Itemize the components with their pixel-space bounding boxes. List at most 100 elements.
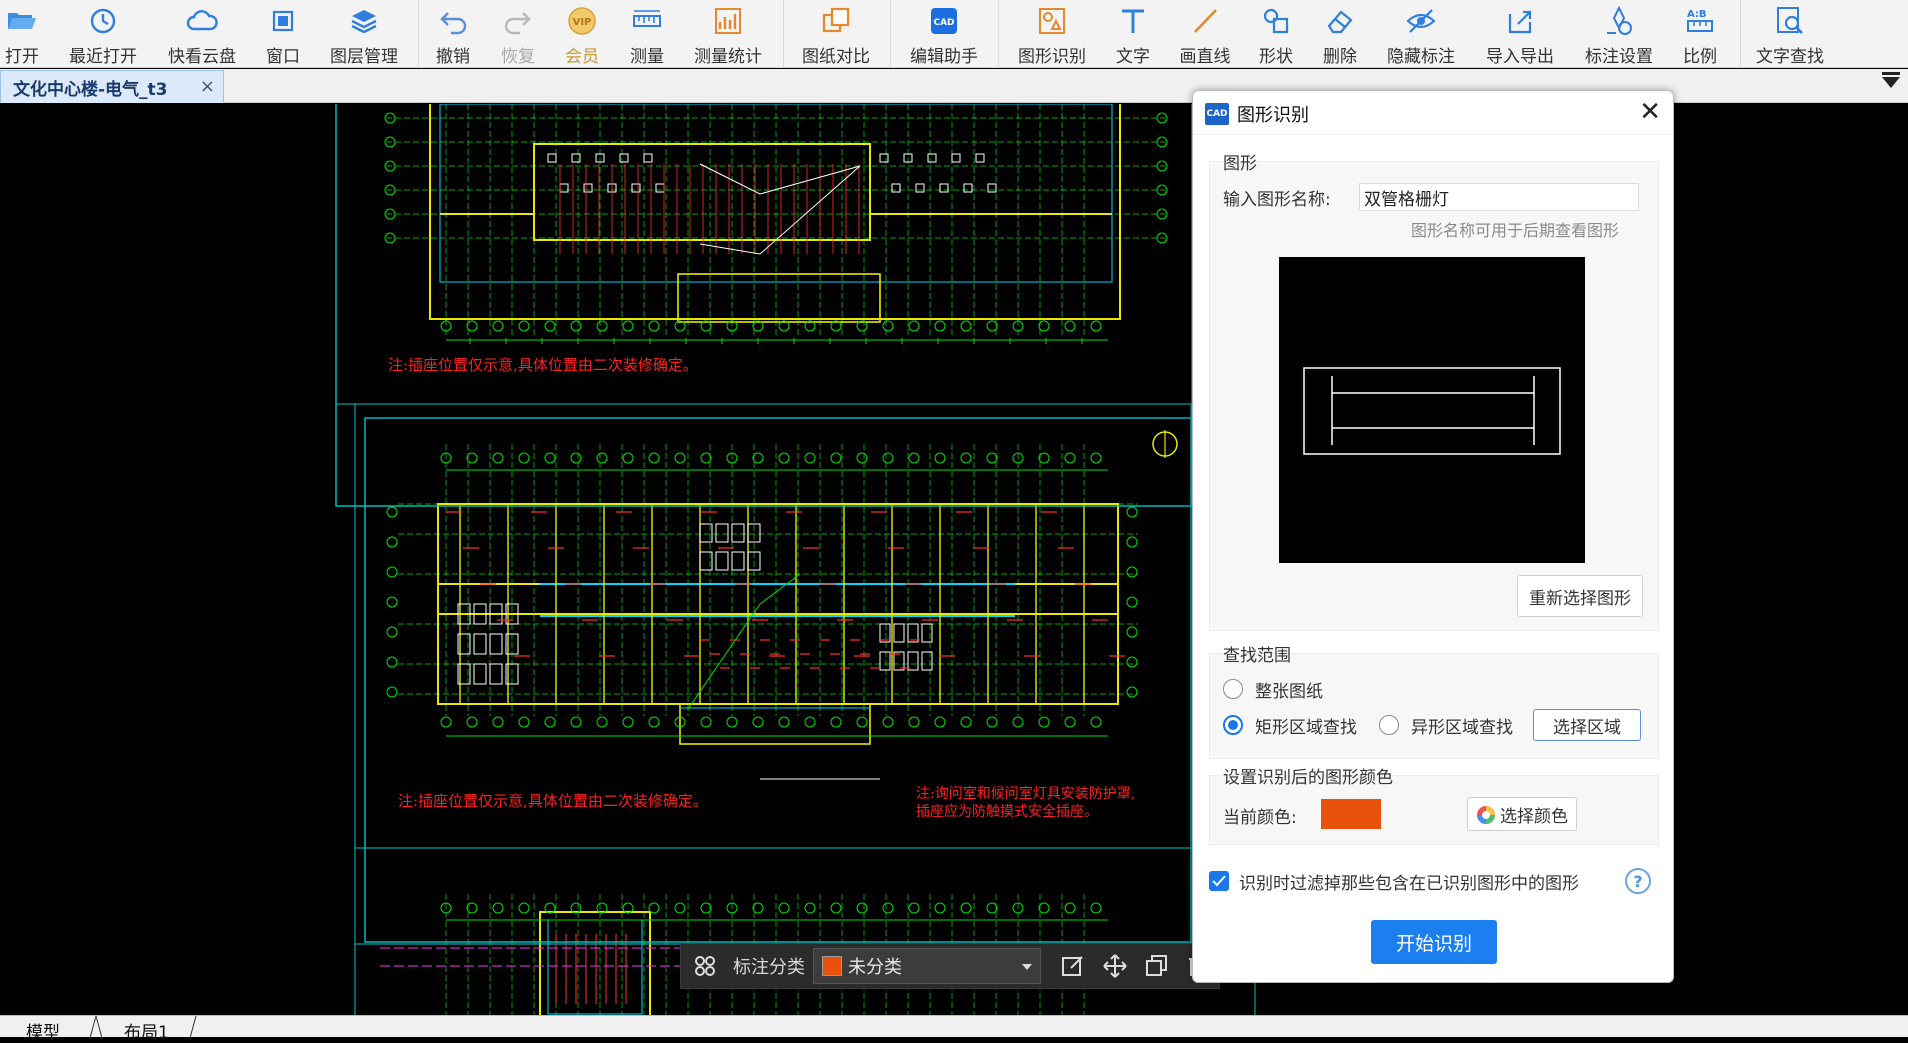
cad-rect — [907, 651, 919, 671]
close-tab-icon[interactable]: × — [200, 76, 215, 97]
grid-bubble — [908, 320, 920, 332]
toolbar-button-text-search[interactable]: 文字查找 — [1742, 0, 1838, 68]
radio-irregular-area-label: 异形区域查找 — [1411, 718, 1513, 738]
reselect-shape-button[interactable]: 重新选择图形 — [1517, 575, 1643, 617]
toolbar-label: 图形识别 — [1018, 47, 1086, 67]
shape-name-label: 输入图形名称: — [1223, 190, 1331, 210]
grid-bubble — [700, 452, 712, 464]
toolbar-label: 图纸对比 — [802, 47, 870, 67]
cad-edit-icon: CAD — [927, 4, 961, 38]
clock-history-icon — [86, 4, 120, 38]
radio-rect-area-label: 矩形区域查找 — [1255, 718, 1357, 738]
tab-list-dropdown-icon[interactable] — [1882, 72, 1900, 88]
copy-icon[interactable] — [1139, 948, 1175, 984]
annotation-category-value: 未分类 — [848, 957, 902, 978]
choose-color-button[interactable]: 选择颜色 — [1467, 797, 1577, 831]
grid-bubble — [986, 902, 998, 914]
cad-rect — [437, 503, 1119, 615]
toolbar-button-clock-history[interactable]: 最近打开 — [55, 0, 151, 68]
grid-bubble — [1038, 902, 1050, 914]
cad-rect — [893, 651, 905, 671]
color-wheel-icon — [1477, 806, 1495, 824]
toolbar-button-measure-stats[interactable]: 测量统计 — [680, 0, 776, 68]
shape-preview — [1279, 257, 1585, 563]
radio-irregular-area[interactable] — [1379, 715, 1399, 735]
radio-rect-area[interactable] — [1223, 715, 1243, 735]
cad-rect — [489, 633, 503, 655]
grid-bubble — [856, 716, 868, 728]
grid-bubble — [752, 452, 764, 464]
grid-bubble — [1064, 320, 1076, 332]
grid-bubble — [804, 452, 816, 464]
move-icon[interactable] — [1097, 948, 1133, 984]
toolbar-separator — [890, 0, 891, 68]
scale-ab-icon: A:B — [1683, 4, 1717, 38]
cad-rect — [571, 153, 581, 163]
grid-bubble — [386, 596, 398, 608]
double-tube-grille-lamp-preview — [1303, 367, 1561, 455]
cad-rect — [907, 623, 919, 643]
radio-whole-drawing[interactable] — [1223, 679, 1243, 699]
toolbar-label: 编辑助手 — [910, 47, 978, 67]
filter-contained-checkbox[interactable] — [1209, 871, 1229, 891]
toolbar-label: 最近打开 — [69, 47, 137, 67]
toolbar-separator — [783, 0, 784, 68]
toolbar-button-compare[interactable]: 图纸对比 — [788, 0, 884, 68]
toolbar-button-scale-ab[interactable]: A:B 比例 — [1652, 0, 1748, 68]
radio-whole-drawing-label: 整张图纸 — [1255, 682, 1323, 702]
toolbar-label: 会员 — [565, 47, 599, 67]
cad-polyline — [687, 573, 801, 710]
start-recognition-button[interactable]: 开始识别 — [1371, 920, 1497, 964]
grid-bubble — [466, 902, 478, 914]
annotation-category-select[interactable]: 未分类 — [813, 948, 1041, 984]
help-icon[interactable]: ? — [1625, 868, 1651, 894]
toolbar-label: 窗口 — [266, 47, 300, 67]
edit-annotation-icon[interactable] — [1055, 948, 1091, 984]
shape-name-input[interactable] — [1359, 183, 1639, 211]
grid-bubble — [804, 716, 816, 728]
document-tab[interactable]: 文化中心楼-电气_t3 × — [0, 70, 224, 103]
grid-bubble — [518, 716, 530, 728]
grid-bubble — [386, 506, 398, 518]
cad-rect — [731, 551, 745, 571]
grid-bubble — [700, 716, 712, 728]
undo-icon — [436, 4, 470, 38]
svg-text:VIP: VIP — [573, 17, 592, 28]
grid-bubble — [386, 536, 398, 548]
toolbar-button-import-export[interactable]: 导入导出 — [1472, 0, 1568, 68]
toolbar-button-cad-edit[interactable]: CAD 编辑助手 — [896, 0, 992, 68]
main-toolbar: 打开 最近打开 快看云盘 窗口 图层管理 撤销 恢复 VIP 会员 测量 测量统计 图纸对比 CAD 编辑… — [0, 0, 1908, 68]
grid-bubble — [1090, 320, 1102, 332]
grid-bubble — [386, 566, 398, 578]
grid-apps-icon[interactable] — [687, 948, 723, 984]
grid-bubble — [778, 902, 790, 914]
tab-divider — [189, 1016, 197, 1038]
close-icon[interactable]: ✕ — [1639, 97, 1661, 127]
import-export-icon — [1503, 4, 1537, 38]
cad-rect — [655, 183, 665, 193]
grid-bubble — [648, 716, 660, 728]
toolbar-button-layers[interactable]: 图层管理 — [316, 0, 412, 68]
grid-bubble — [1090, 716, 1102, 728]
grid-bubble — [1126, 566, 1138, 578]
grid-bubble — [674, 452, 686, 464]
toolbar-button-eye-hidden[interactable]: 隐藏标注 — [1373, 0, 1469, 68]
grid-bubble — [1038, 716, 1050, 728]
cad-rect — [879, 623, 891, 643]
model-tab[interactable]: 模型 — [26, 1018, 60, 1043]
select-area-button[interactable]: 选择区域 — [1533, 709, 1641, 741]
grid-bubble — [596, 452, 608, 464]
grid-bubble — [752, 902, 764, 914]
cad-rect — [987, 183, 997, 193]
grid-bubble — [570, 452, 582, 464]
layout1-tab[interactable]: 布局1 — [124, 1018, 169, 1043]
toolbar-label: 导入导出 — [1486, 47, 1554, 67]
toolbar-label: 画直线 — [1179, 47, 1231, 67]
checkmark-icon — [1212, 875, 1226, 887]
grid-bubble — [1126, 686, 1138, 698]
grid-bubble — [960, 902, 972, 914]
grid-bubble — [882, 320, 894, 332]
cad-rect — [715, 551, 729, 571]
cad-rect — [364, 417, 1192, 943]
grid-bubble — [882, 716, 894, 728]
